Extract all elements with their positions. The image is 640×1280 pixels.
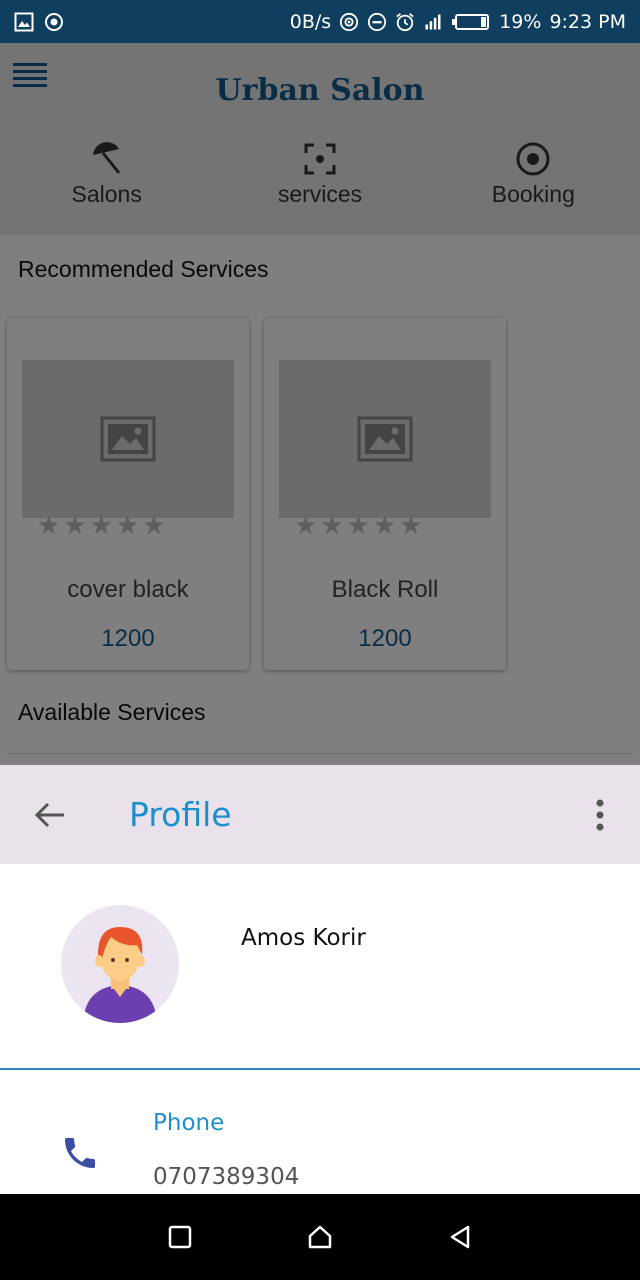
profile-header: Profile (0, 765, 640, 864)
status-bar: 0B/s 19% 9:23 PM (0, 0, 640, 43)
gallery-notification-icon (14, 12, 34, 32)
back-button-icon[interactable] (438, 1215, 482, 1259)
phone-label: Phone (153, 1110, 225, 1136)
divider (0, 1068, 640, 1070)
profile-sheet: Profile Amos Korir Phone 0707389304 (0, 765, 640, 1194)
profile-title: Profile (129, 795, 232, 834)
phone-icon (60, 1133, 100, 1173)
signal-icon (423, 12, 443, 32)
network-speed: 0B/s (289, 10, 332, 33)
record-notification-icon (44, 12, 64, 32)
battery-icon (451, 12, 491, 32)
do-not-disturb-icon (367, 12, 387, 32)
navigation-bar (0, 1194, 640, 1280)
user-name: Amos Korir (241, 925, 366, 951)
back-arrow-icon[interactable] (32, 797, 68, 833)
more-vert-icon[interactable] (588, 797, 612, 833)
recents-button-icon[interactable] (158, 1215, 202, 1259)
battery-level: 19% (499, 10, 542, 33)
phone-value[interactable]: 0707389304 (153, 1164, 299, 1190)
alarm-icon (395, 12, 415, 32)
hotspot-icon (339, 12, 359, 32)
home-button-icon[interactable] (298, 1215, 342, 1259)
clock: 9:23 PM (549, 10, 626, 33)
avatar (61, 905, 179, 1023)
